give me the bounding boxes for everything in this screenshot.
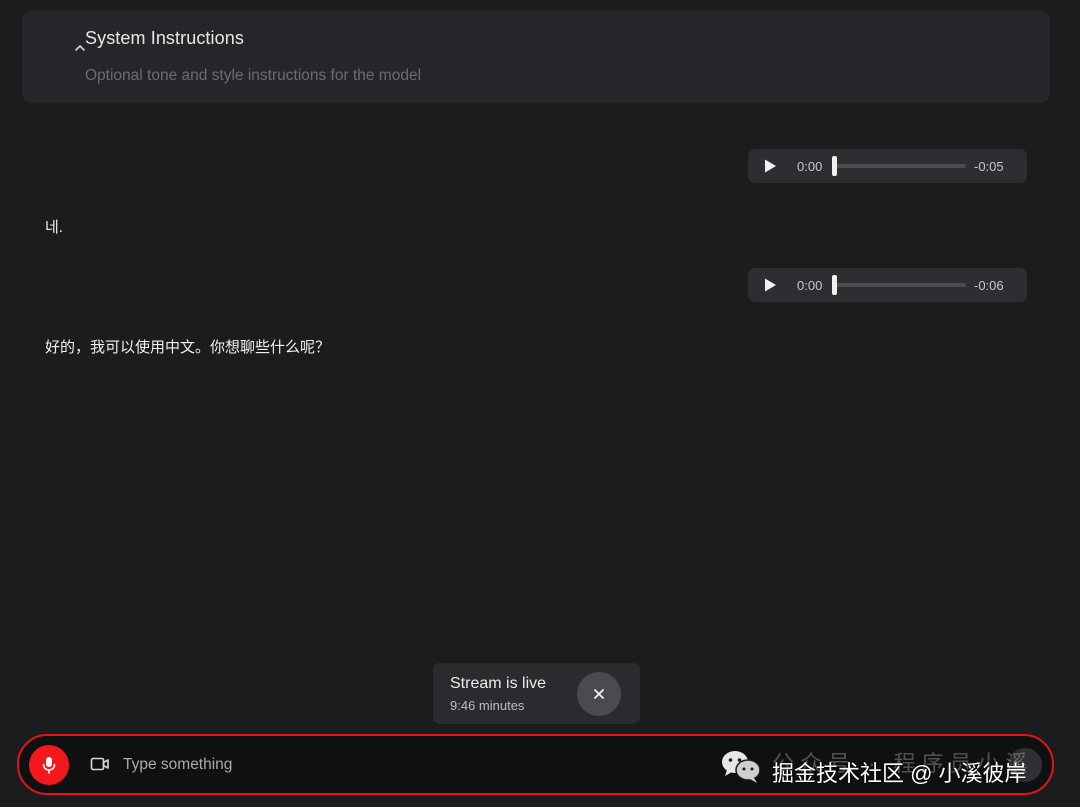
message-input[interactable]: [123, 750, 643, 780]
audio-player: 0:00 -0:06: [748, 268, 1027, 302]
watermark-text: 掘金技术社区 @ 小溪彼岸: [772, 761, 1027, 786]
model-message: 네.: [45, 219, 63, 236]
audio-current-time: 0:00: [797, 278, 823, 293]
wechat-icon: [720, 748, 762, 784]
video-camera-icon[interactable]: [89, 753, 111, 775]
close-stream-button[interactable]: [577, 672, 621, 716]
audio-seek-thumb[interactable]: [832, 275, 837, 295]
audio-remaining-time: -0:06: [974, 278, 1004, 293]
close-icon: [594, 689, 604, 699]
watermark: 公众号 · 程序员小溪 掘金技术社区 @ 小溪彼岸: [720, 744, 1070, 794]
audio-seek-track[interactable]: [834, 164, 966, 168]
play-icon[interactable]: [762, 158, 778, 174]
audio-seek-thumb[interactable]: [832, 156, 837, 176]
stream-duration: 9:46 minutes: [450, 698, 525, 713]
audio-current-time: 0:00: [797, 159, 823, 174]
model-message: 好的，我可以使用中文。你想聊些什么呢？: [45, 339, 331, 356]
stream-status-title: Stream is live: [450, 675, 547, 692]
live-chat-page: System Instructions Optional tone and st…: [0, 0, 1080, 807]
system-instructions-input[interactable]: Optional tone and style instructions for…: [85, 67, 421, 85]
audio-player: 0:00 -0:05: [748, 149, 1027, 183]
audio-remaining-time: -0:05: [974, 159, 1004, 174]
stream-status-toast: Stream is live 9:46 minutes: [433, 663, 640, 724]
system-instructions-panel: [22, 10, 1050, 103]
mic-button[interactable]: [29, 745, 69, 785]
audio-seek-track[interactable]: [834, 283, 966, 287]
mic-icon: [42, 757, 56, 774]
play-icon[interactable]: [762, 277, 778, 293]
system-instructions-title: System Instructions: [85, 28, 244, 48]
